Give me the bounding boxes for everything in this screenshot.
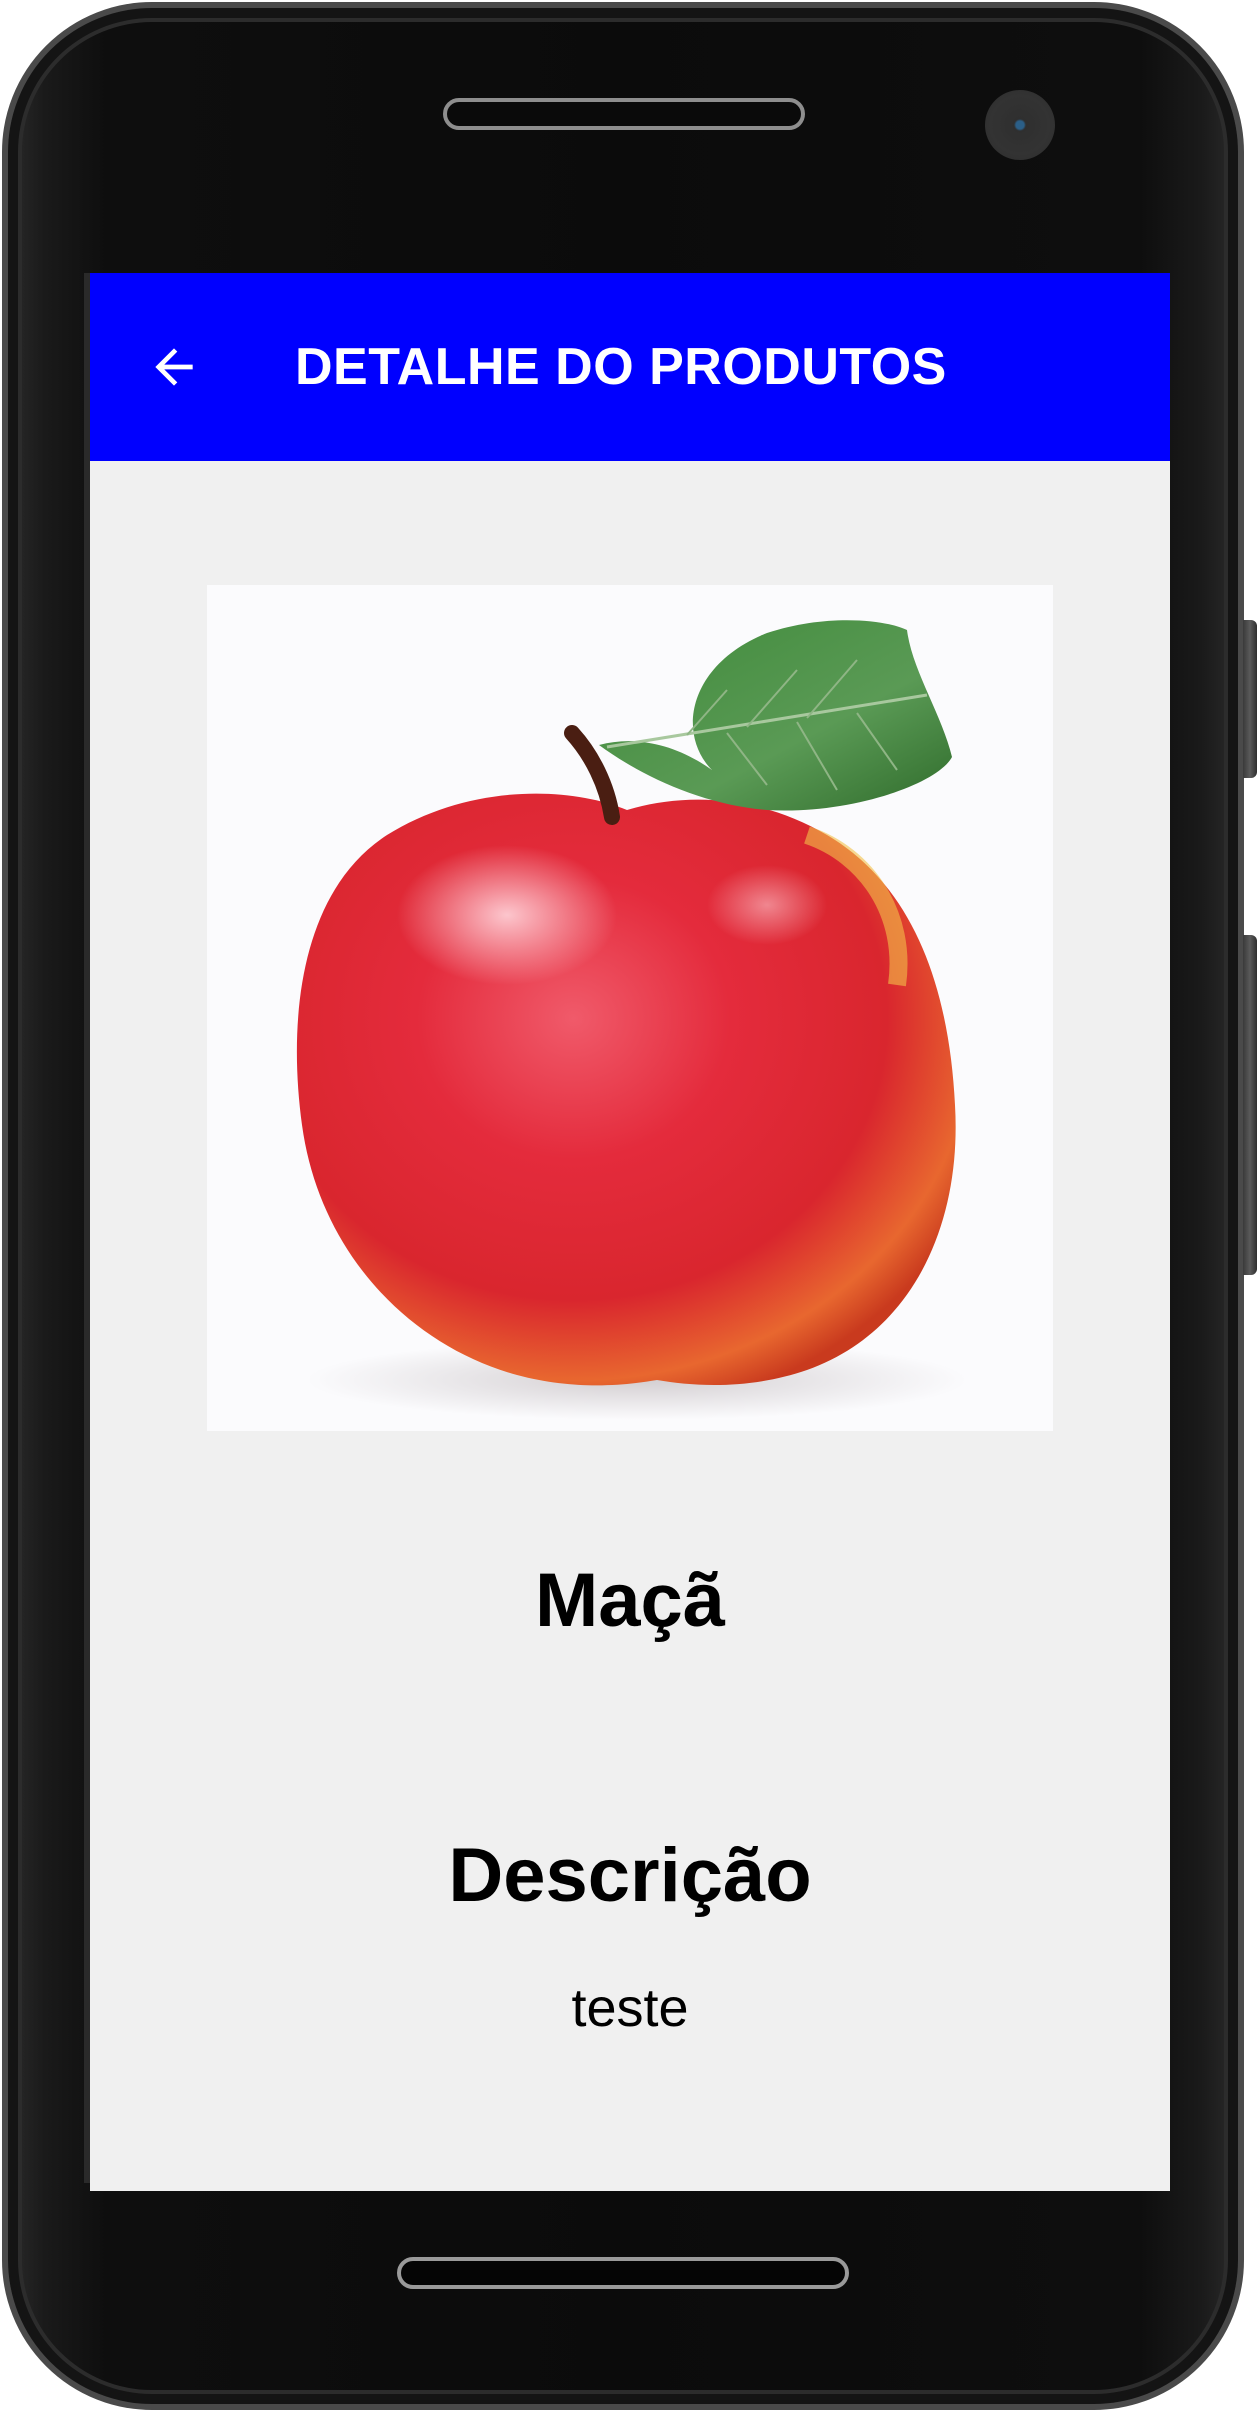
product-description: teste — [571, 1978, 689, 2038]
power-button — [1243, 935, 1257, 1275]
apple-illustration — [296, 620, 967, 1420]
app-bar: DETALHE DO PRODUTOS — [90, 273, 1170, 461]
front-camera — [985, 90, 1055, 160]
product-image — [207, 585, 1053, 1431]
arrow-left-icon — [155, 348, 193, 386]
product-name: Maçã — [534, 1558, 726, 1643]
volume-button — [1243, 620, 1257, 778]
page-title: DETALHE DO PRODUTOS — [295, 338, 947, 396]
earpiece-speaker — [443, 98, 805, 130]
phone-frame: DETALHE DO PRODUTOS Maçã Descrição teste — [0, 0, 1260, 2415]
bottom-speaker — [397, 2257, 849, 2289]
app-screen: DETALHE DO PRODUTOS Maçã Descrição teste — [90, 273, 1170, 2191]
description-heading: Descrição — [448, 1833, 812, 1918]
back-button[interactable] — [130, 323, 218, 411]
